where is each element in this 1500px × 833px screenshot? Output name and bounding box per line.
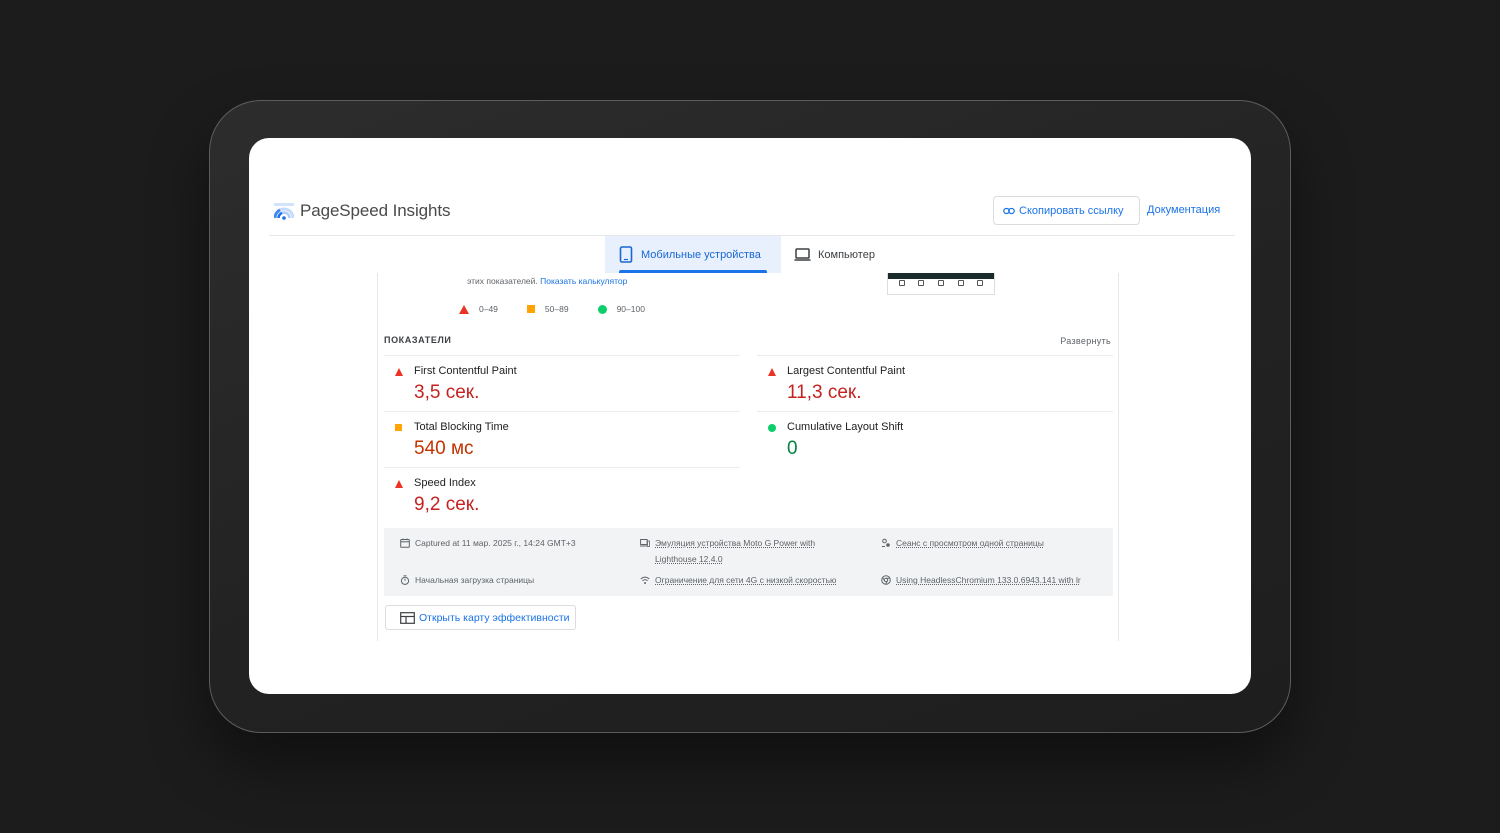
orange-square-icon (395, 424, 402, 431)
green-circle-icon (597, 304, 607, 314)
metric-name: Largest Contentful Paint (787, 365, 906, 377)
treemap-icon (400, 611, 415, 624)
score-info-label: этих показателей. (467, 276, 538, 286)
metric-value: 0 (787, 438, 798, 459)
session-icon (882, 538, 890, 547)
open-treemap-label: Открыть карту эффективности (419, 611, 570, 624)
legend-pass: 90–100 (597, 304, 645, 314)
env-emulation[interactable]: Эмуляция устройства Moto G Power with Li… (640, 538, 815, 564)
tab-desktop-label: Компьютер (818, 248, 875, 261)
green-circle-icon (768, 424, 776, 432)
stopwatch-icon (400, 575, 410, 585)
smartphone-icon (619, 246, 633, 263)
thumbnail-nav-icon (957, 280, 964, 286)
metric-tbt: Total Blocking Time 540 мс (384, 411, 740, 467)
copy-link-button[interactable]: Скопировать ссылку (993, 196, 1140, 225)
env-browser[interactable]: Using HeadlessChromium 133.0.6943.141 wi… (881, 575, 1081, 585)
env-captured-text: Captured at 11 мар. 2025 г., 14:24 GMT+3 (415, 538, 576, 548)
tab-mobile-label: Мобильные устройства (641, 248, 761, 261)
env-session[interactable]: Сеанс с просмотром одной страницы (881, 538, 1044, 548)
tab-mobile[interactable]: Мобильные устройства (605, 236, 781, 273)
open-treemap-button[interactable]: Открыть карту эффективности (385, 605, 576, 630)
pagespeed-logo-icon (274, 203, 294, 220)
thumbnail-nav-icon (918, 280, 925, 286)
metric-value: 540 мс (414, 438, 474, 459)
thumbnail-icons (892, 280, 990, 286)
metric-value: 11,3 сек. (787, 382, 862, 403)
env-initial-load-text: Начальная загрузка страницы (415, 575, 535, 585)
red-triangle-icon (395, 368, 403, 376)
metrics-section-title: ПОКАЗАТЕЛИ (384, 335, 452, 345)
env-emulation-line2: Lighthouse 12.4.0 (655, 554, 723, 564)
show-calculator-link[interactable]: Показать калькулятор (540, 276, 627, 286)
report-content: этих показателей. Показать калькулятор 0… (377, 273, 1119, 641)
metric-speed-index: Speed Index 9,2 сек. (384, 467, 740, 523)
metric-name: Total Blocking Time (414, 421, 509, 433)
metric-lcp: Largest Contentful Paint 11,3 сек. (757, 355, 1113, 411)
laptop-icon (794, 248, 811, 261)
env-browser-text: Using HeadlessChromium 133.0.6943.141 wi… (896, 575, 1081, 585)
tab-desktop[interactable]: Компьютер (794, 236, 875, 273)
browser-screen: PageSpeed Insights Скопировать ссылку До… (249, 138, 1251, 694)
metric-value: 9,2 сек. (414, 494, 480, 515)
metric-cls: Cumulative Layout Shift 0 (757, 411, 1113, 467)
env-session-text: Сеанс с просмотром одной страницы (896, 538, 1044, 548)
thumbnail-nav-icon (898, 280, 905, 286)
red-triangle-icon (459, 304, 469, 314)
orange-square-icon (526, 305, 535, 313)
metric-fcp: First Contentful Paint 3,5 сек. (384, 355, 740, 411)
legend-pass-range: 90–100 (616, 304, 645, 314)
documentation-link[interactable]: Документация (1147, 204, 1220, 216)
devices-icon (640, 539, 650, 547)
metric-value: 3,5 сек. (414, 382, 480, 403)
red-triangle-icon (768, 368, 776, 376)
score-legend: 0–49 50–89 90–100 (459, 304, 674, 314)
thumbnail-nav-icon (977, 280, 984, 286)
env-throttling[interactable]: Ограничение для сети 4G с низкой скорост… (640, 575, 836, 585)
thumbnail-nav-icon (937, 280, 944, 286)
env-throttling-text: Ограничение для сети 4G с низкой скорост… (655, 575, 837, 585)
env-emulation-line1: Эмуляция устройства Moto G Power with (655, 538, 816, 548)
page-screenshot-thumbnail (887, 273, 995, 295)
page-header: PageSpeed Insights Скопировать ссылку До… (269, 194, 1235, 236)
score-info-text: этих показателей. Показать калькулятор (467, 276, 627, 286)
logo-text: PageSpeed Insights (300, 201, 451, 220)
metric-name: Cumulative Layout Shift (787, 421, 904, 433)
chrome-icon (881, 575, 891, 585)
copy-link-label: Скопировать ссылку (1019, 204, 1124, 217)
expand-metrics-button[interactable]: Развернуть (1060, 336, 1111, 346)
red-triangle-icon (395, 480, 403, 488)
runtime-environment-panel: Captured at 11 мар. 2025 г., 14:24 GMT+3… (384, 528, 1113, 596)
pagespeed-logo[interactable]: PageSpeed Insights (274, 199, 450, 223)
metric-name: First Contentful Paint (414, 365, 517, 377)
calendar-icon (400, 538, 410, 548)
env-captured: Captured at 11 мар. 2025 г., 14:24 GMT+3 (400, 538, 576, 548)
wifi-icon (640, 576, 650, 584)
metric-name: Speed Index (414, 477, 476, 489)
legend-fail-range: 0–49 (479, 304, 498, 314)
legend-average: 50–89 (526, 304, 569, 314)
env-initial-load: Начальная загрузка страницы (400, 575, 534, 585)
thumbnail-hero (888, 273, 994, 279)
link-icon (1003, 207, 1015, 214)
legend-average-range: 50–89 (544, 304, 569, 314)
legend-fail: 0–49 (459, 304, 498, 314)
